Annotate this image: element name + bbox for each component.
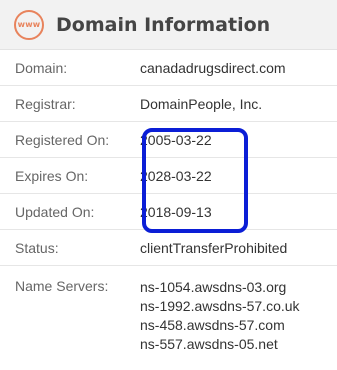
name-server-item: ns-557.awsdns-05.net	[140, 336, 278, 352]
name-server-item: ns-458.awsdns-57.com	[140, 317, 285, 333]
name-server-item: ns-1992.awsdns-57.co.uk	[140, 298, 300, 314]
registered-on-label: Registered On:	[15, 131, 110, 148]
info-row-updated-on: Updated On: 2018-09-13	[0, 194, 337, 230]
updated-on-label: Updated On:	[15, 203, 95, 220]
info-row-registered-on: Registered On: 2005-03-22	[0, 122, 337, 158]
info-row-expires-on: Expires On: 2028-03-22	[0, 158, 337, 194]
card-title: Domain Information	[56, 13, 271, 36]
registrar-value: DomainPeople, Inc.	[140, 95, 263, 112]
registered-on-value: 2005-03-22	[140, 131, 212, 148]
expires-on-value: 2028-03-22	[140, 167, 212, 184]
updated-on-value: 2018-09-13	[140, 203, 212, 220]
name-servers-label: Name Servers:	[15, 278, 109, 294]
expires-on-label: Expires On:	[15, 167, 89, 184]
status-label: Status:	[15, 239, 59, 256]
card-header: www Domain Information	[0, 0, 337, 50]
info-row-name-servers: Name Servers: ns-1054.awsdns-03.org ns-1…	[0, 266, 337, 354]
info-row-status: Status: clientTransferProhibited	[0, 230, 337, 266]
info-row-domain: Domain: canadadrugsdirect.com	[0, 50, 337, 86]
domain-label: Domain:	[15, 59, 68, 76]
status-value: clientTransferProhibited	[140, 239, 288, 256]
registrar-label: Registrar:	[15, 95, 76, 112]
domain-value: canadadrugsdirect.com	[140, 59, 286, 76]
domain-info-card: www Domain Information Domain: canadadru…	[0, 0, 337, 370]
name-server-item: ns-1054.awsdns-03.org	[140, 279, 287, 295]
globe-www-icon: www	[14, 9, 44, 40]
info-rows: Domain: canadadrugsdirect.com Registrar:…	[0, 50, 337, 354]
www-icon-text: www	[17, 20, 41, 29]
info-row-registrar: Registrar: DomainPeople, Inc.	[0, 86, 337, 122]
name-servers-list: ns-1054.awsdns-03.org ns-1992.awsdns-57.…	[140, 278, 337, 354]
